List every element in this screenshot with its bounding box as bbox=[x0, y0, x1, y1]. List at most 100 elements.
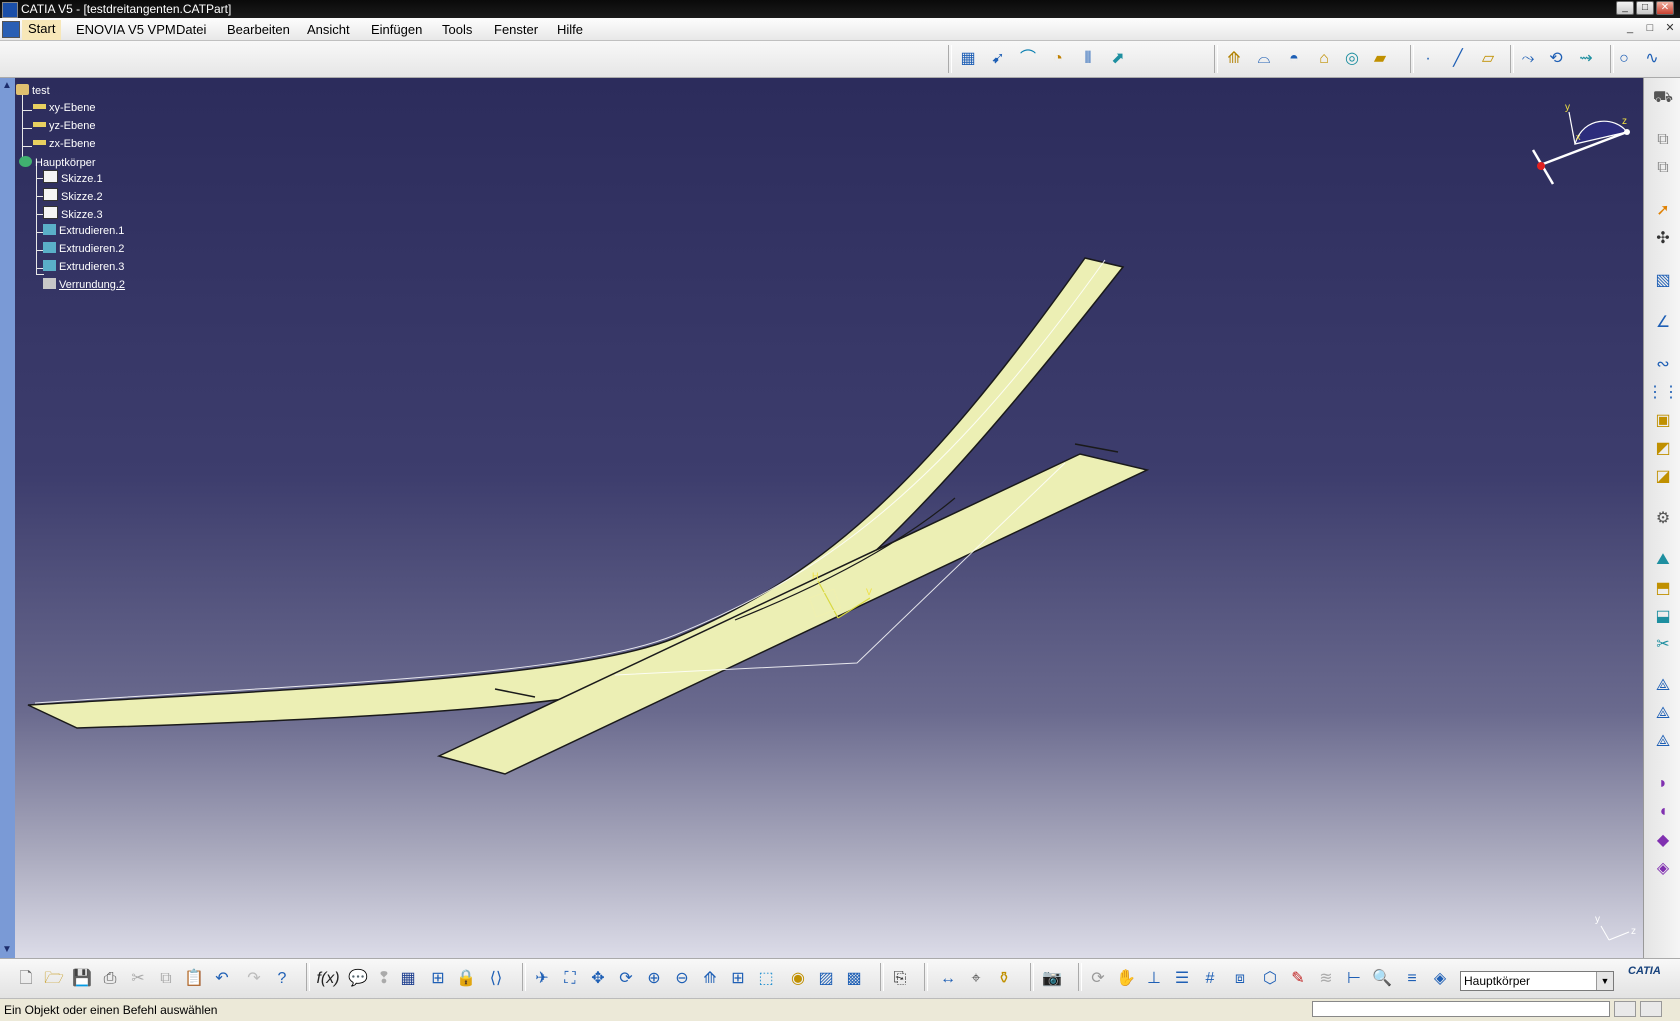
tree-item-yz-plane[interactable]: yz-Ebene bbox=[33, 120, 95, 132]
point-explode-icon[interactable]: ✣ bbox=[1650, 226, 1676, 250]
menu-tools[interactable]: Tools bbox=[442, 22, 472, 37]
offset-icon[interactable]: ⟰ bbox=[1222, 47, 1246, 71]
sphere-icon[interactable]: ⌂ bbox=[1312, 47, 1336, 71]
axis-system-icon[interactable]: ∠ bbox=[1650, 310, 1676, 334]
compass-origin[interactable] bbox=[1537, 162, 1545, 170]
menu-datei[interactable]: Datei bbox=[176, 22, 206, 37]
table-icon[interactable]: ▦ bbox=[396, 967, 420, 991]
select-icon[interactable]: ⧉ bbox=[1650, 128, 1676, 152]
geometry-canvas[interactable]: H V bbox=[15, 78, 1643, 958]
fit-all-icon[interactable]: ⛶ bbox=[558, 967, 582, 991]
save-icon[interactable]: 💾 bbox=[70, 967, 94, 991]
view-mode-icon[interactable]: ⧈ bbox=[1228, 967, 1252, 991]
tree-item-extrude-1[interactable]: Extrudieren.1 bbox=[43, 224, 124, 237]
maximize-button[interactable]: □ bbox=[1636, 1, 1654, 15]
rotate-icon[interactable]: ⟳ bbox=[614, 967, 638, 991]
axis-icon[interactable]: ⊥ bbox=[1142, 967, 1166, 991]
menu-bearbeiten[interactable]: Bearbeiten bbox=[227, 22, 290, 37]
design-table-icon[interactable]: ⊞ bbox=[426, 967, 450, 991]
knowledge-icon[interactable]: ❢ bbox=[372, 967, 396, 991]
comment-icon[interactable]: 💬 bbox=[346, 967, 370, 991]
mdi-close-button[interactable]: ✕ bbox=[1662, 22, 1678, 36]
tree-item-extrude-2[interactable]: Extrudieren.2 bbox=[43, 242, 124, 255]
measure-between-icon[interactable]: ↔ bbox=[936, 967, 960, 991]
measure-inertia-icon[interactable]: ⚱ bbox=[992, 967, 1016, 991]
law-icon[interactable]: ⟨⟩ bbox=[484, 967, 508, 991]
wind-icon[interactable]: ≋ bbox=[1314, 967, 1338, 991]
part-body-icon[interactable]: ▣ bbox=[1650, 408, 1676, 432]
print-icon[interactable]: ⎙ bbox=[98, 967, 122, 991]
tree-expand-icon[interactable]: ☰ bbox=[1170, 967, 1194, 991]
extrude-surface-icon[interactable]: ⌓ bbox=[1252, 47, 1276, 71]
cut-icon[interactable]: ✂ bbox=[126, 967, 150, 991]
sketch-icon[interactable]: ▧ bbox=[1650, 268, 1676, 292]
menu-ansicht[interactable]: Ansicht bbox=[307, 22, 350, 37]
point-icon[interactable]: · bbox=[1416, 47, 1440, 71]
tree-scrollbar[interactable]: ▲ ▼ bbox=[0, 78, 16, 958]
extrapolate-icon[interactable]: ⬓ bbox=[1650, 604, 1676, 628]
cylinder-icon[interactable]: ◎ bbox=[1340, 47, 1364, 71]
chamfer-icon[interactable]: ◆ bbox=[1650, 828, 1676, 852]
chevron-down-icon[interactable]: ▼ bbox=[1596, 972, 1613, 990]
tree-item-sketch-1[interactable]: Skizze.1 bbox=[43, 170, 103, 185]
3d-viewport[interactable]: H V test xy-Ebene yz-Ebene zx-Ebene Haup… bbox=[15, 78, 1643, 958]
tree-item-extrude-3[interactable]: Extrudieren.3 bbox=[43, 260, 124, 273]
blend-icon[interactable]: ⬈ bbox=[1106, 47, 1130, 71]
tree-item-fillet-2[interactable]: Verrundung.2 bbox=[43, 278, 125, 291]
ordered-set-icon[interactable]: ◪ bbox=[1650, 464, 1676, 488]
menu-enovia[interactable]: ENOVIA V5 VPM bbox=[76, 22, 176, 37]
new-icon[interactable]: 🗋 bbox=[14, 967, 38, 991]
extract-icon[interactable]: ⟁ bbox=[1650, 730, 1676, 754]
scroll-up-icon[interactable]: ▲ bbox=[2, 80, 12, 91]
menu-einfuegen[interactable]: Einfügen bbox=[371, 22, 422, 37]
plane-tool-icon[interactable]: ▱ bbox=[1476, 47, 1500, 71]
list-icon[interactable]: ≡ bbox=[1400, 967, 1424, 991]
circle-icon[interactable]: ○ bbox=[1612, 47, 1636, 71]
catia-app-icon[interactable] bbox=[2, 2, 18, 18]
paste-icon[interactable]: 📋 bbox=[182, 967, 206, 991]
line-icon[interactable]: ╱ bbox=[1446, 47, 1470, 71]
copy-icon[interactable]: ⧉ bbox=[154, 967, 178, 991]
hide-show-icon[interactable]: ▨ bbox=[814, 967, 838, 991]
command-input[interactable] bbox=[1312, 1001, 1610, 1017]
body-icon[interactable]: ◈ bbox=[1428, 967, 1452, 991]
mdi-minimize-button[interactable]: _ bbox=[1622, 22, 1638, 36]
tree-item-body[interactable]: Hauptkörper bbox=[19, 156, 96, 169]
hand-icon[interactable]: ✋ bbox=[1114, 967, 1138, 991]
iso-view-icon[interactable]: ⬚ bbox=[754, 967, 778, 991]
fly-icon[interactable]: ✈ bbox=[530, 967, 554, 991]
hierarchy-icon[interactable]: ⊢ bbox=[1342, 967, 1366, 991]
normal-view-icon[interactable]: ⟰ bbox=[698, 967, 722, 991]
boundary-icon[interactable]: ⟁ bbox=[1650, 702, 1676, 726]
scroll-down-icon[interactable]: ▼ bbox=[2, 944, 12, 955]
sketcher-icon[interactable]: ⛟ bbox=[1650, 86, 1676, 110]
catalog-icon[interactable]: ⎘ bbox=[888, 967, 912, 991]
fill-icon[interactable]: ◔ bbox=[1046, 47, 1070, 71]
zoom-in-icon[interactable]: ⊕ bbox=[642, 967, 666, 991]
whats-this-icon[interactable]: ? bbox=[270, 967, 294, 991]
pan-icon[interactable]: ✥ bbox=[586, 967, 610, 991]
fillet-icon[interactable]: ◗ bbox=[1650, 772, 1676, 796]
revolve-icon[interactable]: ◓ bbox=[1282, 47, 1306, 71]
grid-icon[interactable]: ⋮⋮ bbox=[1647, 380, 1679, 404]
search-icon[interactable]: 🔍 bbox=[1370, 967, 1394, 991]
join-icon[interactable]: ⬒ bbox=[1650, 576, 1676, 600]
split-icon[interactable]: ✂ bbox=[1650, 632, 1676, 656]
trace-icon[interactable]: ✎ bbox=[1286, 967, 1310, 991]
redo-icon[interactable]: ↷ bbox=[242, 967, 266, 991]
compass-handle[interactable] bbox=[1624, 129, 1630, 135]
curve-connect-icon[interactable]: ➹ bbox=[986, 47, 1010, 71]
menu-start[interactable]: Start bbox=[22, 20, 62, 40]
grid-icon[interactable]: # bbox=[1198, 967, 1222, 991]
surface-icon[interactable]: ⛰ bbox=[1650, 548, 1676, 572]
update-icon[interactable]: ⟳ bbox=[1086, 967, 1110, 991]
sweep-icon[interactable]: ⌒ bbox=[1016, 47, 1040, 71]
select-arrow-icon[interactable]: ➚ bbox=[1650, 198, 1676, 222]
trim-icon[interactable]: ⟁ bbox=[1650, 674, 1676, 698]
multisection-icon[interactable]: ⫴ bbox=[1076, 47, 1100, 71]
rounding-icon[interactable]: ◖ bbox=[1650, 800, 1676, 824]
snap-icon[interactable]: ⧉ bbox=[1650, 156, 1676, 180]
combine-icon[interactable]: ⟲ bbox=[1544, 47, 1568, 71]
tree-item-sketch-3[interactable]: Skizze.3 bbox=[43, 206, 103, 221]
current-body-select[interactable]: Hauptkörper ▼ bbox=[1460, 971, 1614, 991]
